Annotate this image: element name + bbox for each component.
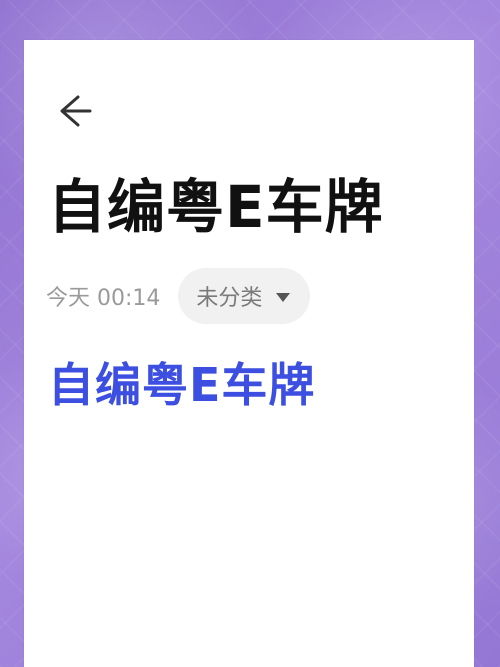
category-label: 未分类 [196, 286, 263, 311]
meta-row: 今天 00:14 未分类 [46, 268, 311, 324]
note-content: 自编粤E车牌 [48, 358, 316, 412]
note-title: 自编粤E车牌 [48, 173, 384, 241]
back-arrow-icon [60, 95, 92, 127]
chevron-down-icon [276, 292, 291, 302]
back-button[interactable] [47, 85, 99, 137]
note-date: 今天 00:14 [46, 286, 161, 311]
category-selector[interactable]: 未分类 [178, 268, 311, 324]
note-card: 自编粤E车牌 今天 00:14 未分类 自编粤E车牌 [24, 40, 474, 667]
